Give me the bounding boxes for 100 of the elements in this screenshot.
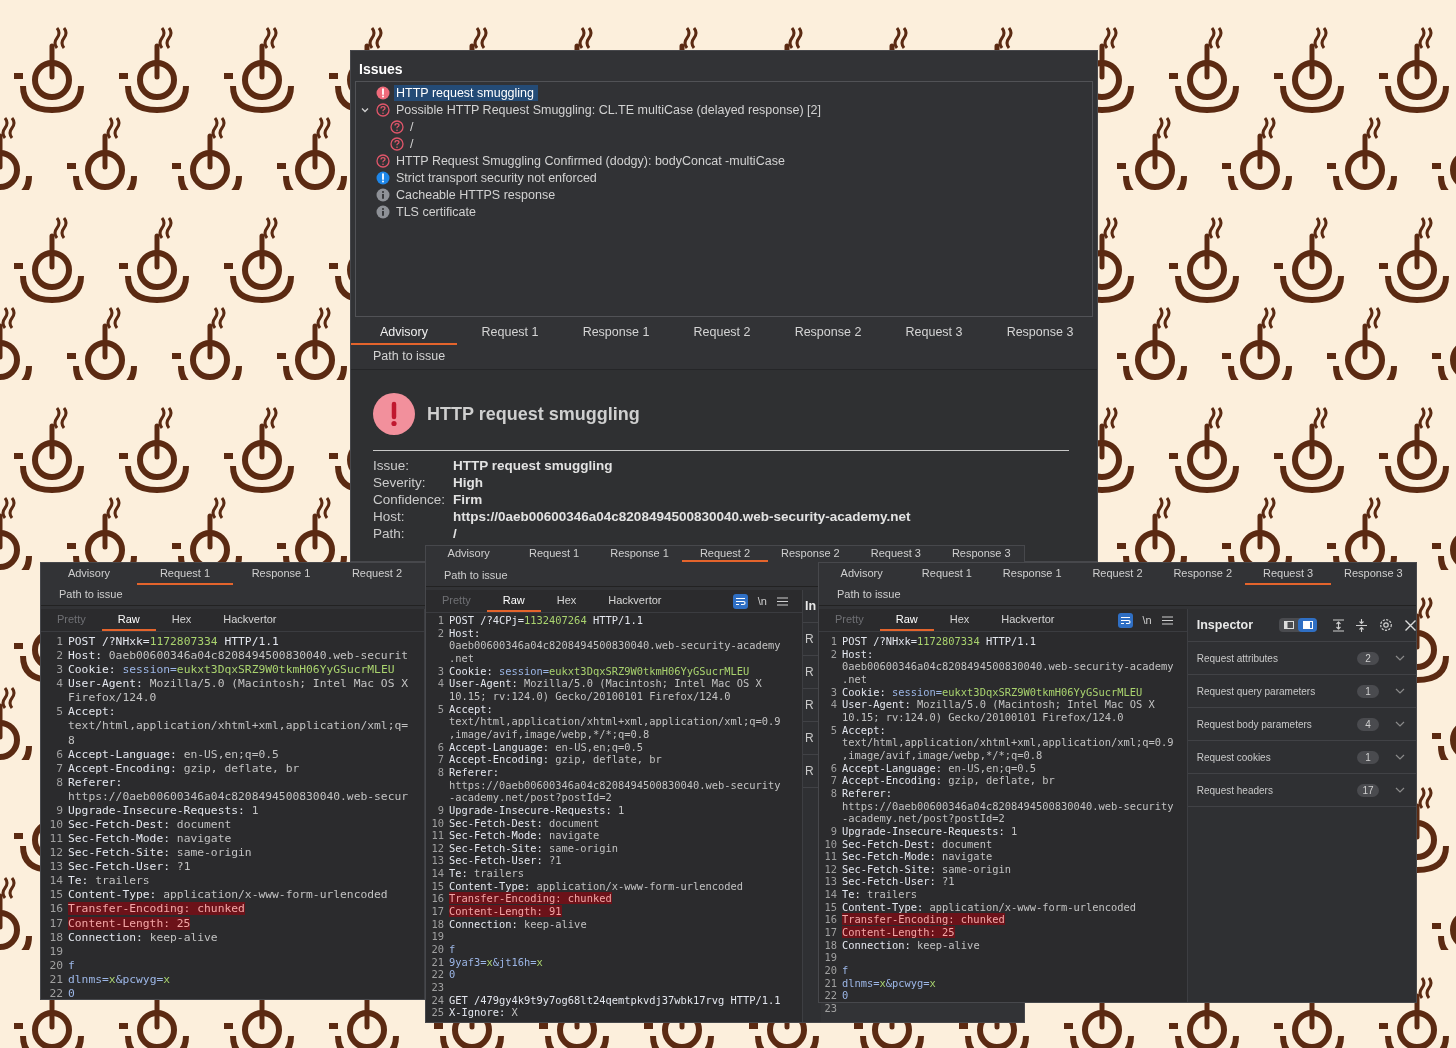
tab[interactable]: Response 1 bbox=[989, 563, 1075, 585]
view-tab[interactable]: Raw bbox=[486, 590, 541, 612]
settings-icon[interactable] bbox=[1379, 618, 1393, 632]
tab[interactable]: Response 2 bbox=[767, 546, 854, 562]
line-number: 9 bbox=[56, 803, 63, 817]
line-number: 13 bbox=[49, 860, 63, 874]
code-line: f bbox=[449, 943, 456, 956]
code-line: Accept-Encoding: gzip, deflate, br bbox=[449, 753, 662, 766]
layout-icon bbox=[1283, 621, 1294, 629]
chevron-icon[interactable] bbox=[1395, 655, 1405, 661]
code-line: Content-Type: application/x-www-form-urlencoded bbox=[449, 879, 744, 893]
tab[interactable]: Advisory bbox=[819, 563, 905, 585]
tab[interactable]: Response 2 bbox=[775, 321, 881, 345]
chevron-icon[interactable] bbox=[1395, 721, 1405, 727]
code-line: Host: bbox=[449, 626, 481, 640]
code-line: text/html,application/xhtml+xml,application/xml;q=0.9 bbox=[842, 736, 1174, 749]
tab[interactable]: Request 1 bbox=[137, 563, 233, 585]
newline-toggle[interactable]: \n bbox=[757, 595, 767, 607]
menu-icon[interactable] bbox=[1161, 615, 1173, 625]
issue-item[interactable]: / bbox=[390, 135, 418, 152]
view-tab[interactable]: Hex bbox=[155, 609, 208, 631]
view-tab[interactable]: Hex bbox=[540, 590, 593, 612]
wrap-lines-icon[interactable] bbox=[1117, 612, 1133, 628]
line-number: 17 bbox=[824, 926, 837, 939]
wrap-lines-icon[interactable] bbox=[732, 593, 748, 609]
view-tab[interactable]: Hex bbox=[933, 609, 986, 631]
line-number: 3 bbox=[830, 685, 837, 698]
view-tab[interactable]: Raw bbox=[101, 609, 156, 631]
inspector-section[interactable]: Request body parameters 4 bbox=[1187, 708, 1416, 741]
line-number: 4 bbox=[56, 677, 63, 691]
tab[interactable]: Advisory bbox=[41, 563, 137, 585]
line-number: 5 bbox=[437, 702, 444, 715]
count-badge: 1 bbox=[1357, 684, 1379, 698]
issue-item[interactable]: / bbox=[390, 118, 418, 135]
code-line: Referer: bbox=[68, 775, 123, 790]
tab[interactable]: Request 2 bbox=[1074, 563, 1161, 585]
newline-toggle[interactable]: \n bbox=[1142, 614, 1152, 626]
issue-item[interactable]: Possible HTTP Request Smuggling: CL.TE multiCase (delayed response) [2] bbox=[376, 101, 825, 118]
tab[interactable]: Request 2 bbox=[669, 321, 775, 345]
tab[interactable]: Response 1 bbox=[563, 321, 669, 345]
line-number: 10 bbox=[824, 837, 837, 850]
tab[interactable]: Request 2 bbox=[329, 563, 425, 585]
tab[interactable]: Request 2 bbox=[682, 546, 768, 562]
tab[interactable]: Request 3 bbox=[881, 321, 987, 345]
issue-item[interactable]: TLS certificate bbox=[376, 203, 480, 220]
line-number: 18 bbox=[49, 930, 63, 944]
menu-icon[interactable] bbox=[777, 596, 788, 606]
chevron-icon[interactable] bbox=[1395, 787, 1405, 793]
code-line: X-Ignore: X bbox=[449, 1006, 518, 1019]
line-number: 21 bbox=[824, 976, 837, 989]
line-number: 7 bbox=[56, 761, 63, 775]
view-tab[interactable]: Raw bbox=[879, 609, 934, 631]
line-number: 9 bbox=[830, 824, 837, 837]
tab[interactable]: Path to issue bbox=[835, 588, 903, 602]
layout-toggle[interactable] bbox=[1298, 618, 1317, 632]
code-line: Sec-Fetch-Site: same-origin bbox=[842, 862, 1011, 876]
tab[interactable]: Response 3 bbox=[987, 321, 1093, 345]
tab[interactable]: Advisory bbox=[351, 321, 457, 345]
line-number: 16 bbox=[49, 902, 63, 916]
code-line: 0aeb00600346a04c8208494500830040.web-security-academy bbox=[842, 660, 1174, 673]
code-line: POST /?NHxk=1172807334 HTTP/1.1 bbox=[68, 635, 279, 650]
chevron-icon[interactable] bbox=[1395, 754, 1405, 760]
close-icon[interactable] bbox=[1405, 619, 1416, 631]
tab[interactable]: Request 3 bbox=[853, 546, 939, 562]
line-number: 7 bbox=[437, 753, 444, 766]
collapse-all-icon[interactable] bbox=[1356, 618, 1367, 632]
issue-item[interactable]: Strict transport security not enforced bbox=[376, 169, 601, 186]
inspector-section[interactable]: Request attributes 2 bbox=[1187, 642, 1416, 675]
inspector-section[interactable]: Request query parameters 1 bbox=[1187, 675, 1416, 708]
code-line: Accept-Language: en-US,en;q=0.5 bbox=[449, 740, 643, 754]
line-number: 20 bbox=[431, 943, 444, 956]
view-tab[interactable]: Hackvertor bbox=[985, 609, 1071, 631]
line-number: 4 bbox=[830, 698, 837, 711]
issue-item[interactable]: HTTP Request Smuggling Confirmed (dodgy): bodyConcat -multiCase bbox=[376, 152, 789, 169]
tab[interactable]: Response 2 bbox=[1160, 563, 1246, 585]
code-line: Sec-Fetch-User: ?1 bbox=[68, 860, 191, 875]
view-tab[interactable]: Hackvertor bbox=[207, 609, 293, 631]
line-number: 1 bbox=[830, 635, 837, 647]
chevron-icon[interactable] bbox=[1395, 688, 1405, 694]
tab[interactable]: Advisory bbox=[426, 546, 512, 562]
tab[interactable]: Response 1 bbox=[233, 563, 329, 585]
code-line: Accept-Language: en-US,en;q=0.5 bbox=[842, 761, 1036, 775]
field-value: / bbox=[453, 525, 458, 542]
tab[interactable]: Request 1 bbox=[511, 546, 597, 562]
tab[interactable]: Response 3 bbox=[1330, 563, 1416, 585]
tab[interactable]: Path to issue bbox=[371, 345, 448, 369]
line-number: 18 bbox=[824, 938, 837, 951]
inspector-section[interactable]: Request headers 17 bbox=[1187, 774, 1416, 807]
tab[interactable]: Request 1 bbox=[457, 321, 563, 345]
tab[interactable]: Response 3 bbox=[938, 546, 1024, 562]
inspector-section[interactable]: Request cookies 1 bbox=[1187, 741, 1416, 774]
tab[interactable]: Path to issue bbox=[57, 588, 125, 602]
tab[interactable]: Request 1 bbox=[904, 563, 990, 585]
issue-item[interactable]: Cacheable HTTPS response bbox=[376, 186, 560, 203]
view-tab[interactable]: Hackvertor bbox=[592, 590, 678, 612]
code-line: Accept: bbox=[68, 705, 116, 720]
tab[interactable]: Response 1 bbox=[596, 546, 683, 562]
expand-all-icon[interactable] bbox=[1333, 618, 1344, 632]
tab[interactable]: Path to issue bbox=[442, 569, 510, 583]
tab[interactable]: Request 3 bbox=[1245, 563, 1331, 585]
